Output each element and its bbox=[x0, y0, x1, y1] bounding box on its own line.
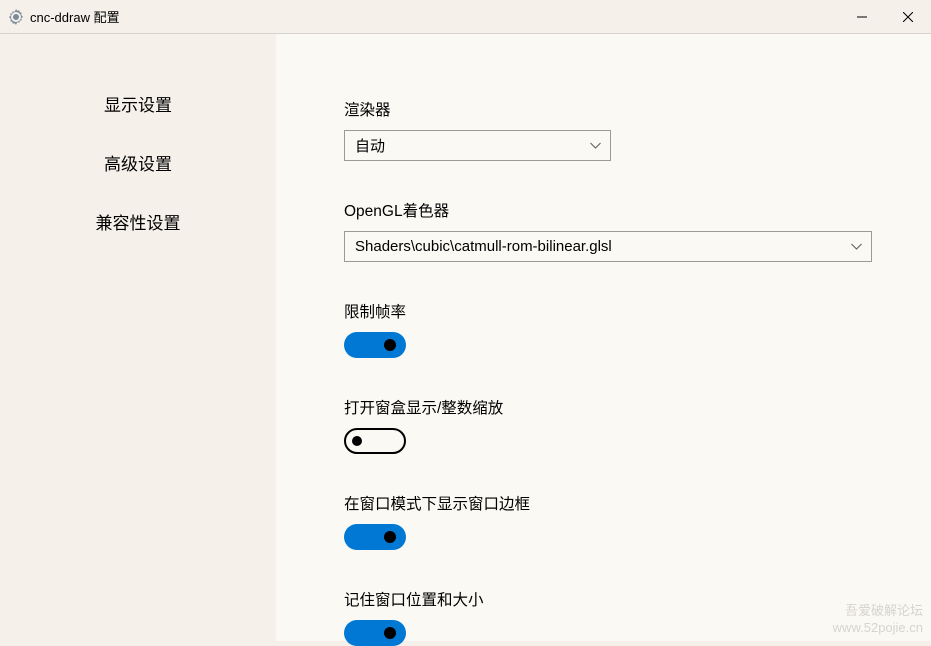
sidebar-item-compat[interactable]: 兼容性设置 bbox=[0, 192, 276, 251]
renderer-value: 自动 bbox=[355, 135, 385, 156]
toggle-handle bbox=[384, 339, 396, 351]
windowborder-label: 在窗口模式下显示窗口边框 bbox=[344, 492, 931, 514]
window-title: cnc-ddraw 配置 bbox=[30, 7, 120, 26]
sidebar-item-advanced[interactable]: 高级设置 bbox=[0, 133, 276, 192]
remembersize-label: 记住窗口位置和大小 bbox=[344, 588, 931, 610]
boxscaling-label: 打开窗盒显示/整数缩放 bbox=[344, 396, 931, 418]
main-area: 显示设置 高级设置 兼容性设置 渲染器 自动 OpenGL着色器 Shaders… bbox=[0, 34, 931, 641]
toggle-handle bbox=[384, 627, 396, 639]
gear-icon bbox=[8, 9, 24, 25]
renderer-select[interactable]: 自动 bbox=[344, 130, 611, 161]
titlebar: cnc-ddraw 配置 bbox=[0, 0, 931, 34]
setting-windowborder: 在窗口模式下显示窗口边框 bbox=[344, 492, 931, 550]
fpslimit-label: 限制帧率 bbox=[344, 300, 931, 322]
renderer-label: 渲染器 bbox=[344, 98, 931, 120]
setting-renderer: 渲染器 自动 bbox=[344, 98, 931, 161]
sidebar: 显示设置 高级设置 兼容性设置 bbox=[0, 34, 276, 641]
windowborder-toggle[interactable] bbox=[344, 524, 406, 550]
window-controls bbox=[839, 0, 931, 33]
shader-select[interactable]: Shaders\cubic\catmull-rom-bilinear.glsl bbox=[344, 231, 872, 262]
shader-label: OpenGL着色器 bbox=[344, 199, 931, 221]
setting-fpslimit: 限制帧率 bbox=[344, 300, 931, 358]
shader-value: Shaders\cubic\catmull-rom-bilinear.glsl bbox=[355, 238, 612, 255]
boxscaling-toggle[interactable] bbox=[344, 428, 406, 454]
close-button[interactable] bbox=[885, 0, 931, 33]
fpslimit-toggle[interactable] bbox=[344, 332, 406, 358]
setting-shader: OpenGL着色器 Shaders\cubic\catmull-rom-bili… bbox=[344, 199, 931, 262]
sidebar-item-display[interactable]: 显示设置 bbox=[0, 74, 276, 133]
toggle-handle bbox=[352, 436, 362, 446]
remembersize-toggle[interactable] bbox=[344, 620, 406, 646]
toggle-handle bbox=[384, 531, 396, 543]
minimize-button[interactable] bbox=[839, 0, 885, 33]
setting-remembersize: 记住窗口位置和大小 bbox=[344, 588, 931, 646]
content-panel: 渲染器 自动 OpenGL着色器 Shaders\cubic\catmull-r… bbox=[276, 34, 931, 641]
setting-boxscaling: 打开窗盒显示/整数缩放 bbox=[344, 396, 931, 454]
